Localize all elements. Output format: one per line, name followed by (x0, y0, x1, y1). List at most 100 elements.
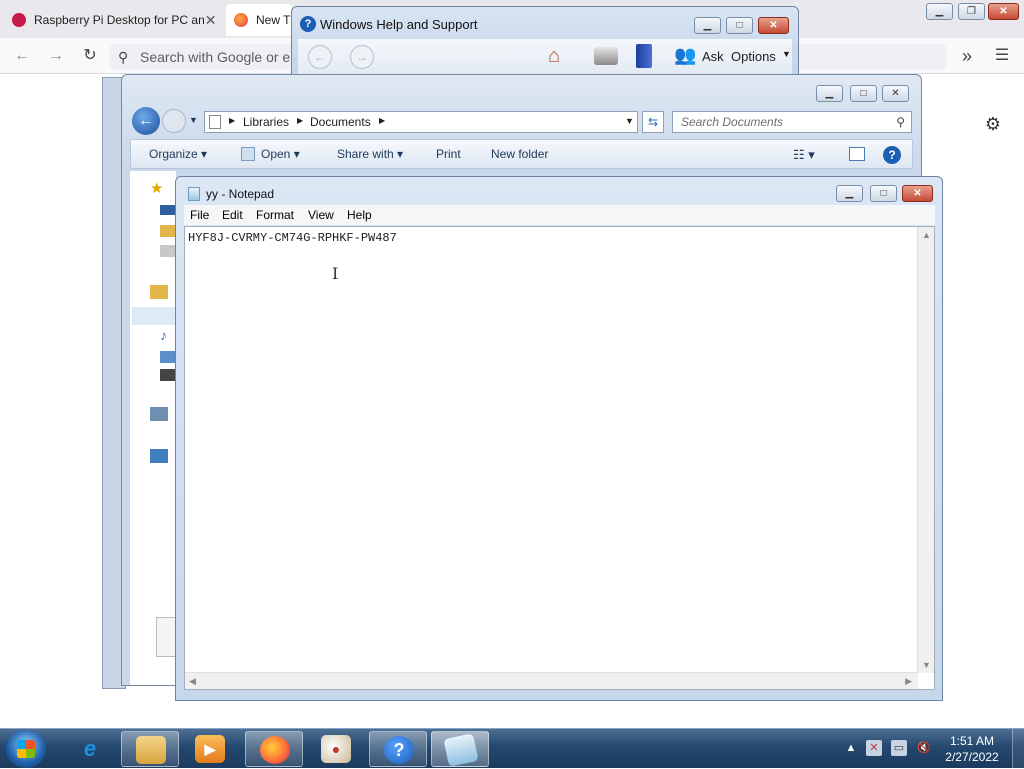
close-button[interactable]: ✕ (902, 185, 933, 202)
browser-minimize-button[interactable]: ▁ (926, 3, 953, 20)
taskbar-explorer[interactable] (121, 731, 179, 767)
options-button[interactable]: Options (731, 49, 776, 64)
overflow-chevrons-icon[interactable]: » (955, 44, 979, 68)
help-icon[interactable]: ? (883, 146, 901, 164)
browser-tab-new[interactable]: New T (226, 4, 292, 36)
scroll-left-icon[interactable]: ◀ (189, 676, 196, 687)
nav-item-documents-selected[interactable] (132, 307, 176, 325)
browser-tab-raspberry[interactable]: Raspberry Pi Desktop for PC an ✕ (4, 4, 222, 36)
menu-hamburger-icon[interactable]: ☰ (990, 44, 1014, 68)
recent-places-icon[interactable] (160, 245, 176, 257)
firefox-icon (260, 736, 290, 764)
breadcrumb-libraries[interactable]: Libraries (243, 115, 289, 129)
navigation-pane: ★ ♪ (130, 171, 178, 685)
clock[interactable]: 1:51 AM 2/27/2022 (938, 733, 1006, 765)
volume-muted-icon[interactable]: 🔇 (916, 740, 932, 756)
gear-icon[interactable]: ⚙ (982, 114, 1004, 136)
network-icon[interactable] (150, 449, 168, 463)
start-button[interactable] (6, 730, 46, 768)
back-circle-icon[interactable]: ← (308, 45, 332, 69)
vertical-scrollbar[interactable]: ▲ ▼ (917, 227, 934, 673)
pictures-icon[interactable] (160, 351, 176, 363)
taskbar: e ▶ ● ? ▲ ✕ ▭ 🔇 1:51 AM 2/27/2022 (0, 728, 1024, 769)
search-icon: ⚲ (118, 49, 129, 65)
videos-icon[interactable] (160, 369, 176, 381)
text-editor[interactable]: HYF8J-CVRMY-CM74G-RPHKF-PW487 I ▲ ▼ ◀ ▶ (184, 226, 935, 690)
paint-palette-icon: ● (321, 735, 351, 763)
ask-people-icon[interactable]: 👥 (674, 45, 698, 69)
home-icon[interactable]: ⌂ (548, 45, 572, 67)
horizontal-scrollbar[interactable]: ◀ ▶ (185, 672, 918, 689)
menu-format[interactable]: Format (256, 208, 294, 222)
show-hidden-icons-icon[interactable]: ▲ (843, 740, 859, 756)
breadcrumb-documents[interactable]: Documents (310, 115, 371, 129)
share-with-button[interactable]: Share with ▾ (337, 147, 403, 161)
menu-edit[interactable]: Edit (222, 208, 243, 222)
address-bar[interactable]: ▶ Libraries ▶ Documents ▶ ▼ (204, 111, 638, 133)
back-arrow-icon[interactable]: ← (132, 107, 160, 135)
scroll-down-icon[interactable]: ▼ (922, 660, 931, 670)
taskbar-firefox[interactable] (245, 731, 303, 767)
desktop-icon[interactable] (160, 205, 176, 215)
open-icon (241, 147, 255, 161)
reload-icon[interactable]: ↻ (78, 44, 102, 68)
printer-icon[interactable] (594, 47, 618, 65)
forward-arrow-icon[interactable]: → (44, 44, 68, 68)
view-options-icon[interactable]: ☷ ▾ (793, 147, 815, 163)
scroll-right-icon[interactable]: ▶ (905, 676, 912, 687)
search-input[interactable]: Search Documents ⚲ (672, 111, 912, 133)
new-folder-button[interactable]: New folder (491, 147, 548, 161)
print-button[interactable]: Print (436, 147, 461, 161)
action-center-icon[interactable]: ✕ (866, 740, 882, 756)
favorites-star-icon[interactable]: ★ (150, 179, 163, 197)
browser-close-button[interactable]: ✕ (988, 3, 1019, 20)
ask-button[interactable]: Ask (702, 49, 724, 64)
help-icon: ? (384, 736, 414, 764)
menu-help[interactable]: Help (347, 208, 372, 222)
help-toolbar: ← → ⌂ 👥 Ask Options ▼ (298, 39, 792, 75)
breadcrumb-arrow-icon: ▶ (297, 116, 304, 125)
breadcrumb-arrow-icon[interactable]: ▶ (379, 116, 385, 125)
document-text[interactable]: HYF8J-CVRMY-CM74G-RPHKF-PW487 (188, 231, 397, 245)
scroll-up-icon[interactable]: ▲ (922, 230, 931, 240)
show-desktop-button[interactable] (1012, 729, 1024, 769)
recent-pages-chevron-icon[interactable]: ▼ (189, 115, 198, 125)
menu-view[interactable]: View (308, 208, 334, 222)
network-icon[interactable]: ▭ (891, 740, 907, 756)
browse-help-book-icon[interactable] (636, 44, 652, 68)
minimize-button[interactable]: ▁ (836, 185, 863, 202)
maximize-button[interactable]: □ (850, 85, 877, 102)
breadcrumb-arrow-icon: ▶ (229, 116, 236, 125)
open-button[interactable]: Open ▾ (261, 147, 300, 161)
menu-file[interactable]: File (190, 208, 209, 222)
text-cursor-icon: I (332, 264, 339, 283)
taskbar-media-player[interactable]: ▶ (181, 731, 239, 767)
downloads-icon[interactable] (160, 225, 176, 237)
browser-restore-button[interactable]: ❐ (958, 3, 985, 20)
forward-arrow-icon[interactable] (162, 109, 186, 133)
preview-pane-icon[interactable] (849, 147, 865, 161)
close-button[interactable]: ✕ (882, 85, 909, 102)
maximize-button[interactable]: □ (726, 17, 753, 34)
chevron-down-icon[interactable]: ▼ (782, 49, 791, 59)
forward-circle-icon[interactable]: → (350, 45, 374, 69)
close-button[interactable]: ✕ (758, 17, 789, 34)
browser-tab-label: Raspberry Pi Desktop for PC an (34, 13, 205, 27)
computer-icon[interactable] (150, 407, 168, 421)
taskbar-paint[interactable]: ● (307, 731, 365, 767)
minimize-button[interactable]: ▁ (694, 17, 721, 34)
taskbar-notepad[interactable] (431, 731, 489, 767)
minimize-button[interactable]: ▁ (816, 85, 843, 102)
notepad-window: yy - Notepad ▁ □ ✕ File Edit Format View… (175, 176, 943, 701)
address-dropdown-icon[interactable]: ▼ (625, 116, 634, 126)
taskbar-help-and-support[interactable]: ? (369, 731, 427, 767)
refresh-icon[interactable]: ⇆ (642, 111, 664, 133)
back-arrow-icon[interactable]: ← (10, 44, 34, 68)
libraries-icon[interactable] (150, 285, 168, 299)
organize-button[interactable]: Organize ▾ (149, 147, 207, 161)
media-player-icon: ▶ (195, 735, 225, 763)
music-icon[interactable]: ♪ (160, 327, 167, 343)
close-tab-icon[interactable]: ✕ (205, 12, 217, 29)
maximize-button[interactable]: □ (870, 185, 897, 202)
taskbar-internet-explorer[interactable]: e (61, 731, 119, 767)
